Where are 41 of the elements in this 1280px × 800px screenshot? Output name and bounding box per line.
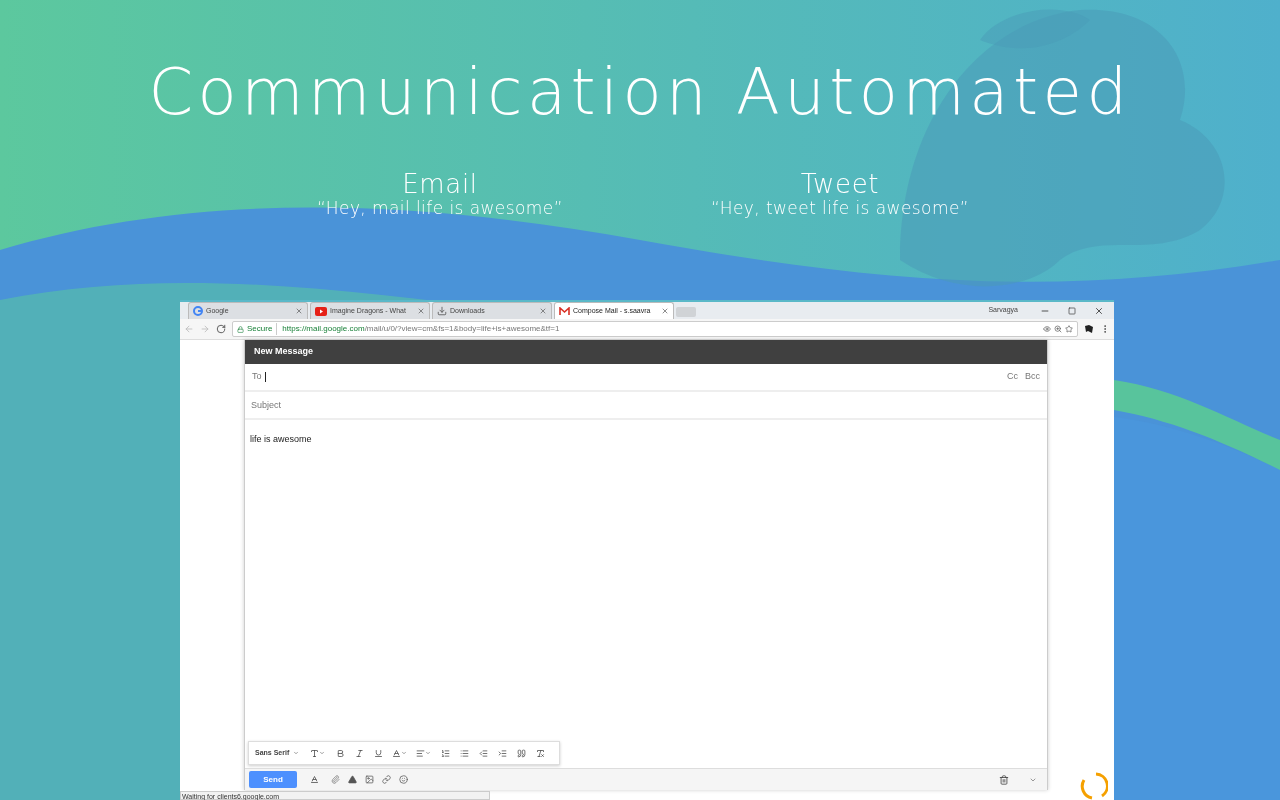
column-quote: “Hey, mail life is awesome” [317, 198, 563, 218]
url-text: https://mail.google.com/mail/u/0/?view=cm&fs=1&body=life+is+awesome&tf=1 [282, 323, 560, 335]
to-field[interactable]: To Cc Bcc [245, 364, 1047, 392]
reload-icon[interactable] [216, 324, 226, 334]
extension-icon[interactable] [1084, 324, 1094, 334]
subject-field[interactable]: Subject [245, 392, 1047, 420]
close-icon[interactable] [539, 307, 547, 315]
envelope-m-icon [559, 306, 570, 316]
link-icon[interactable] [382, 775, 391, 784]
column-heading: Email [402, 170, 478, 198]
hero-title: Communication Automated [148, 54, 1132, 131]
star-icon[interactable] [1065, 325, 1073, 333]
paperclip-icon[interactable] [331, 775, 340, 784]
trash-icon[interactable] [999, 774, 1009, 785]
compose-title: New Message [254, 345, 314, 359]
loading-spinner-icon [1080, 772, 1108, 800]
to-label: To [252, 370, 262, 384]
eye-icon[interactable] [1043, 325, 1051, 333]
back-icon[interactable] [184, 324, 194, 334]
image-icon[interactable] [365, 775, 374, 784]
column-quote: “Hey, tweet life is awesome” [711, 198, 969, 218]
smiley-icon[interactable] [399, 775, 408, 784]
google-logo-icon [193, 306, 203, 316]
lock-icon [237, 325, 244, 333]
download-icon [437, 306, 447, 316]
play-icon [315, 306, 327, 316]
close-icon[interactable] [295, 307, 303, 315]
cc-link[interactable]: Cc [1007, 370, 1018, 384]
close-icon[interactable] [417, 307, 425, 315]
caret-icon [293, 750, 300, 756]
close-icon[interactable] [661, 307, 669, 315]
address-bar[interactable]: Secure https://mail.google.com/mail/u/0/?view=cm&fs=1&body=life+is+awesome&tf=1 [232, 321, 1078, 337]
column-heading: Tweet [800, 170, 880, 198]
close-icon[interactable] [1094, 305, 1104, 316]
bcc-link[interactable]: Bcc [1025, 370, 1040, 384]
secure-label: Secure [247, 323, 278, 335]
zoom-icon[interactable] [1054, 325, 1062, 333]
triangle-icon[interactable] [348, 775, 357, 784]
maximize-icon[interactable] [1068, 306, 1076, 315]
forward-icon[interactable] [200, 324, 210, 334]
message-body[interactable]: life is awesome [250, 434, 312, 444]
